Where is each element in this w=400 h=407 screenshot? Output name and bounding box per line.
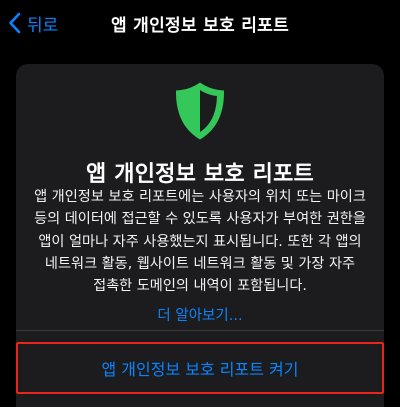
shield-icon [175,82,225,140]
learn-more-link[interactable]: 더 알아보기... [16,304,384,325]
card-description: 앱 개인정보 보호 리포트에는 사용자의 위치 또는 마이크 등의 데이터에 접… [34,189,366,295]
highlight-outline: 앱 개인정보 보호 리포트 켜기 [16,342,384,394]
privacy-report-card: 앱 개인정보 보호 리포트 앱 개인정보 보호 리포트에는 사용자의 위치 또는… [16,64,384,407]
turn-on-report-button[interactable]: 앱 개인정보 보호 리포트 켜기 [18,344,382,392]
card-title: 앱 개인정보 보호 리포트 [86,162,314,187]
page-title: 앱 개인정보 보호 리포트 [110,16,290,36]
navigation-bar: 뒤로 앱 개인정보 보호 리포트 [0,0,400,48]
divider [16,330,384,331]
